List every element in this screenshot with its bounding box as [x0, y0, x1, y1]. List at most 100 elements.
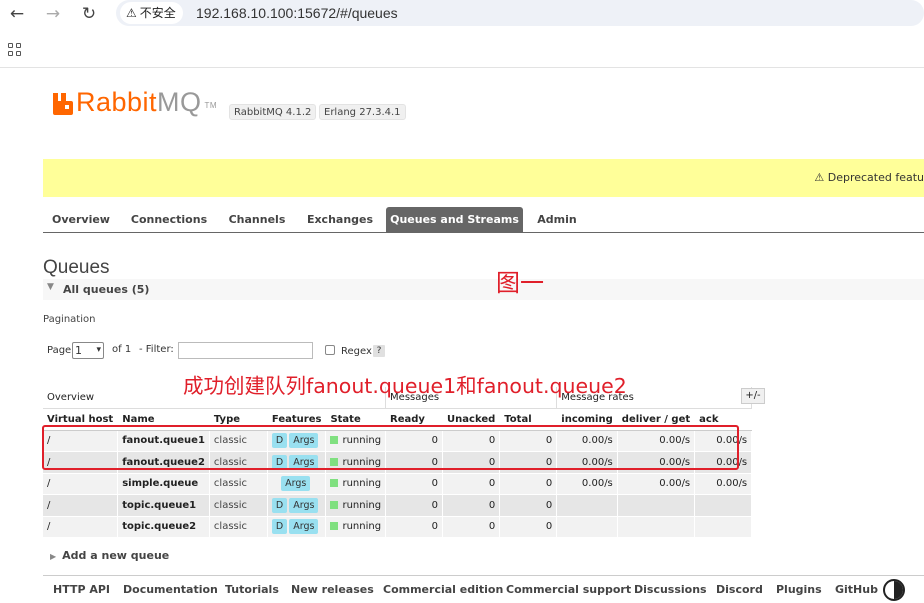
url-text[interactable]: 192.168.10.100:15672/#/queues: [196, 0, 398, 26]
queue-name-link[interactable]: topic.queue1: [117, 494, 210, 517]
col-type[interactable]: Type: [209, 408, 268, 431]
col-deliver-get[interactable]: deliver / get: [617, 408, 696, 431]
footer-link-plugins[interactable]: Plugins: [776, 583, 822, 596]
footer-link-http-api[interactable]: HTTP API: [53, 583, 110, 596]
feature-durable-tag: D: [271, 433, 288, 449]
features-cell: D Args: [267, 516, 327, 538]
all-queues-section-header[interactable]: ▼ All queues (5): [43, 279, 924, 300]
footer-link-documentation[interactable]: Documentation: [123, 583, 218, 596]
running-status-icon: [330, 436, 339, 445]
tab-channels[interactable]: Channels: [219, 207, 295, 232]
page-title: Queues: [43, 257, 110, 278]
col-features[interactable]: Features: [267, 408, 327, 431]
regex-checkbox[interactable]: [325, 345, 335, 355]
address-bar[interactable]: ⚠ 不安全 192.168.10.100:15672/#/queues: [116, 0, 924, 26]
col-ready[interactable]: Ready: [385, 408, 444, 431]
vhost-cell: /: [43, 494, 119, 517]
security-label: 不安全: [139, 6, 176, 20]
feature-args-tag[interactable]: Args: [289, 497, 319, 513]
table-row: / topic.queue1 classic D Args running 0 0…: [43, 494, 753, 517]
running-status-icon: [330, 479, 339, 488]
ack-cell: [694, 516, 753, 538]
col-ack[interactable]: ack: [694, 408, 753, 431]
add-new-queue-label: Add a new queue: [62, 549, 170, 562]
page-select[interactable]: 1 ▾: [72, 342, 104, 359]
regex-help-icon[interactable]: ?: [373, 345, 385, 357]
footer-link-github[interactable]: GitHub: [835, 583, 878, 596]
note-annotation: 成功创建队列fanout.queue1和fanout.queue2: [183, 374, 627, 398]
logo-rabbit-text: Rabbit: [76, 87, 158, 117]
unacked-cell: 0: [442, 451, 501, 474]
col-unacked[interactable]: Unacked: [442, 408, 501, 431]
ack-cell: 0.00/s: [694, 451, 753, 474]
main-tabs: Overview Connections Channels Exchanges …: [43, 207, 924, 233]
apps-grid-icon[interactable]: [8, 43, 22, 57]
add-new-queue-toggle[interactable]: ▶ Add a new queue: [50, 549, 169, 562]
col-name[interactable]: Name: [117, 408, 210, 431]
features-cell: D Args: [267, 494, 327, 517]
theme-toggle-icon[interactable]: [883, 579, 905, 601]
total-cell: 0: [499, 451, 558, 474]
tab-admin[interactable]: Admin: [527, 207, 587, 232]
tab-queues-and-streams[interactable]: Queues and Streams: [386, 207, 523, 232]
col-total[interactable]: Total: [499, 408, 558, 431]
feature-args-tag[interactable]: Args: [289, 519, 319, 535]
logo-tm-text: TM: [204, 101, 218, 110]
rabbitmq-version-badge: RabbitMQ 4.1.2: [229, 104, 317, 120]
feature-durable-tag: D: [271, 454, 288, 470]
forward-arrow-icon[interactable]: →: [42, 3, 64, 25]
ready-cell: 0: [385, 516, 444, 538]
col-virtual-host[interactable]: Virtual host: [43, 408, 119, 431]
state-cell: running: [325, 430, 387, 452]
footer-links: HTTP API Documentation Tutorials New rel…: [43, 575, 924, 603]
deliver-get-cell: [617, 494, 696, 517]
filter-input[interactable]: [178, 342, 313, 359]
features-cell: D Args: [267, 451, 327, 474]
reload-icon[interactable]: ↻: [78, 3, 100, 25]
footer-link-discord[interactable]: Discord: [716, 583, 763, 596]
unacked-cell: 0: [442, 430, 501, 452]
tab-exchanges[interactable]: Exchanges: [299, 207, 381, 232]
running-status-icon: [330, 457, 339, 466]
back-arrow-icon[interactable]: ←: [6, 3, 28, 25]
col-state[interactable]: State: [325, 408, 387, 431]
state-text: running: [342, 478, 382, 490]
deliver-get-cell: 0.00/s: [617, 473, 696, 495]
unacked-cell: 0: [442, 473, 501, 495]
regex-label: Regex: [341, 346, 372, 357]
banner-text[interactable]: ⚠ Deprecated featu: [814, 171, 924, 184]
footer-link-discussions[interactable]: Discussions: [634, 583, 707, 596]
ack-cell: 0.00/s: [694, 473, 753, 495]
incoming-cell: 0.00/s: [556, 430, 618, 452]
feature-args-tag[interactable]: Args: [289, 454, 319, 470]
queue-name-link[interactable]: fanout.queue2: [117, 451, 210, 474]
ready-cell: 0: [385, 494, 444, 517]
running-status-icon: [330, 500, 339, 509]
footer-link-commercial-support[interactable]: Commercial support: [506, 583, 631, 596]
state-text: running: [342, 435, 382, 447]
state-cell: running: [325, 473, 387, 495]
tab-overview[interactable]: Overview: [43, 207, 119, 232]
feature-args-tag[interactable]: Args: [281, 476, 311, 492]
queue-name-link[interactable]: topic.queue2: [117, 516, 210, 538]
col-incoming[interactable]: incoming: [556, 408, 618, 431]
feature-args-tag[interactable]: Args: [289, 433, 319, 449]
footer-link-commercial-edition[interactable]: Commercial edition: [383, 583, 503, 596]
tab-connections[interactable]: Connections: [123, 207, 215, 232]
table-row: / fanout.queue1 classic D Args running 0 …: [43, 430, 753, 452]
queue-name-link[interactable]: simple.queue: [117, 473, 210, 495]
ready-cell: 0: [385, 451, 444, 474]
footer-link-tutorials[interactable]: Tutorials: [225, 583, 279, 596]
total-cell: 0: [499, 473, 558, 495]
state-cell: running: [325, 516, 387, 538]
total-cell: 0: [499, 494, 558, 517]
filter-label: - Filter:: [139, 344, 174, 355]
features-cell: Args: [267, 473, 327, 495]
collapse-triangle-icon: ▼: [47, 282, 54, 292]
queue-name-link[interactable]: fanout.queue1: [117, 430, 210, 452]
toggle-columns-button[interactable]: +/-: [741, 388, 765, 404]
security-chip[interactable]: ⚠ 不安全: [120, 2, 183, 24]
vhost-cell: /: [43, 451, 119, 474]
footer-link-new-releases[interactable]: New releases: [291, 583, 374, 596]
feature-durable-tag: D: [271, 519, 288, 535]
